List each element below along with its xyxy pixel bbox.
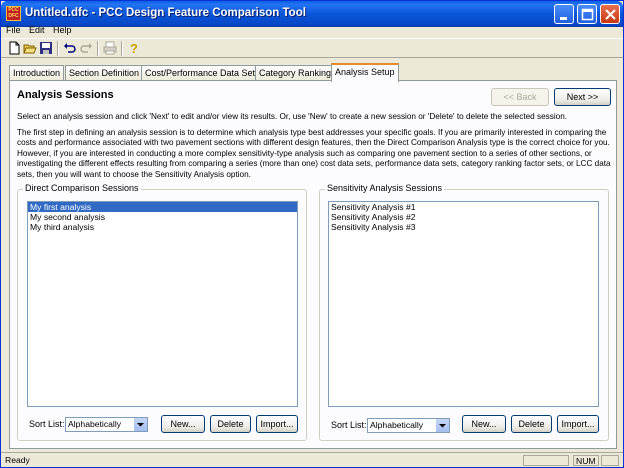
list-item[interactable]: Sensitivity Analysis #3 [329,222,598,232]
close-button[interactable] [600,4,620,24]
menu-bar: File Edit Help [1,24,623,38]
list-item[interactable]: My first analysis [28,202,297,212]
app-window: PCC DFC Untitled.dfc - PCC Design Featur… [0,0,624,468]
chevron-down-icon[interactable] [435,419,449,432]
redo-icon[interactable] [79,41,93,55]
num-lock-indicator: NUM [573,455,599,466]
sensitivity-sort-value: Alphabetically [370,420,424,430]
help-icon[interactable]: ? [127,41,141,56]
direct-session-list[interactable]: My first analysis My second analysis My … [27,201,298,407]
description-text: The first step in defining an analysis s… [17,128,611,179]
intro-text: Select an analysis session and click 'Ne… [17,112,568,121]
tab-analysis-setup[interactable]: Analysis Setup [331,63,399,82]
maximize-button[interactable] [577,4,597,24]
sensitivity-sort-label: Sort List: [331,420,367,430]
list-item[interactable]: Sensitivity Analysis #1 [329,202,598,212]
direct-comparison-label: Direct Comparison Sessions [23,183,141,193]
new-file-icon[interactable] [7,41,21,55]
direct-sort-label: Sort List: [29,419,65,429]
print-icon[interactable] [103,41,117,55]
sensitivity-delete-button[interactable]: Delete [511,415,552,433]
status-text: Ready [5,455,30,465]
toolbar-separator [57,41,59,56]
undo-icon[interactable] [63,41,77,55]
toolbar: ? [1,38,623,58]
tab-cost-performance[interactable]: Cost/Performance Data Sets [141,65,264,81]
sensitivity-sort-select[interactable]: Alphabetically [367,418,450,433]
list-item[interactable]: My second analysis [28,212,297,222]
back-button[interactable]: << Back [491,88,549,106]
direct-sort-select[interactable]: Alphabetically [65,417,148,432]
list-item[interactable]: Sensitivity Analysis #2 [329,212,598,222]
direct-new-button[interactable]: New... [161,415,205,433]
status-bar: Ready NUM [1,452,623,467]
menu-edit[interactable]: Edit [29,25,45,35]
page-title: Analysis Sessions [17,89,114,101]
list-item[interactable]: My third analysis [28,222,297,232]
chevron-down-icon[interactable] [133,418,147,431]
svg-text:?: ? [130,41,138,55]
status-cell-empty [601,455,619,466]
save-disk-icon[interactable] [39,41,53,55]
app-icon: PCC DFC [6,6,21,21]
sensitivity-new-button[interactable]: New... [462,415,506,433]
tab-category-rankings[interactable]: Category Rankings [255,65,340,81]
tab-section-definition[interactable]: Section Definition [65,65,144,81]
open-folder-icon[interactable] [23,41,37,55]
tab-strip: Introduction Section Definition Cost/Per… [9,63,617,82]
menu-file[interactable]: File [6,25,21,35]
window-title: Untitled.dfc - PCC Design Feature Compar… [25,7,306,19]
next-button[interactable]: Next >> [554,88,611,106]
status-cell-empty [523,455,569,466]
direct-sort-value: Alphabetically [68,419,122,429]
toolbar-separator [97,41,99,56]
sensitivity-import-button[interactable]: Import... [557,415,599,433]
tab-introduction[interactable]: Introduction [9,65,65,81]
minimize-button[interactable] [554,4,574,24]
toolbar-separator [121,41,123,56]
direct-import-button[interactable]: Import... [256,415,298,433]
sensitivity-label: Sensitivity Analysis Sessions [325,183,445,193]
direct-delete-button[interactable]: Delete [210,415,251,433]
menu-help[interactable]: Help [53,25,72,35]
sensitivity-session-list[interactable]: Sensitivity Analysis #1 Sensitivity Anal… [328,201,599,407]
